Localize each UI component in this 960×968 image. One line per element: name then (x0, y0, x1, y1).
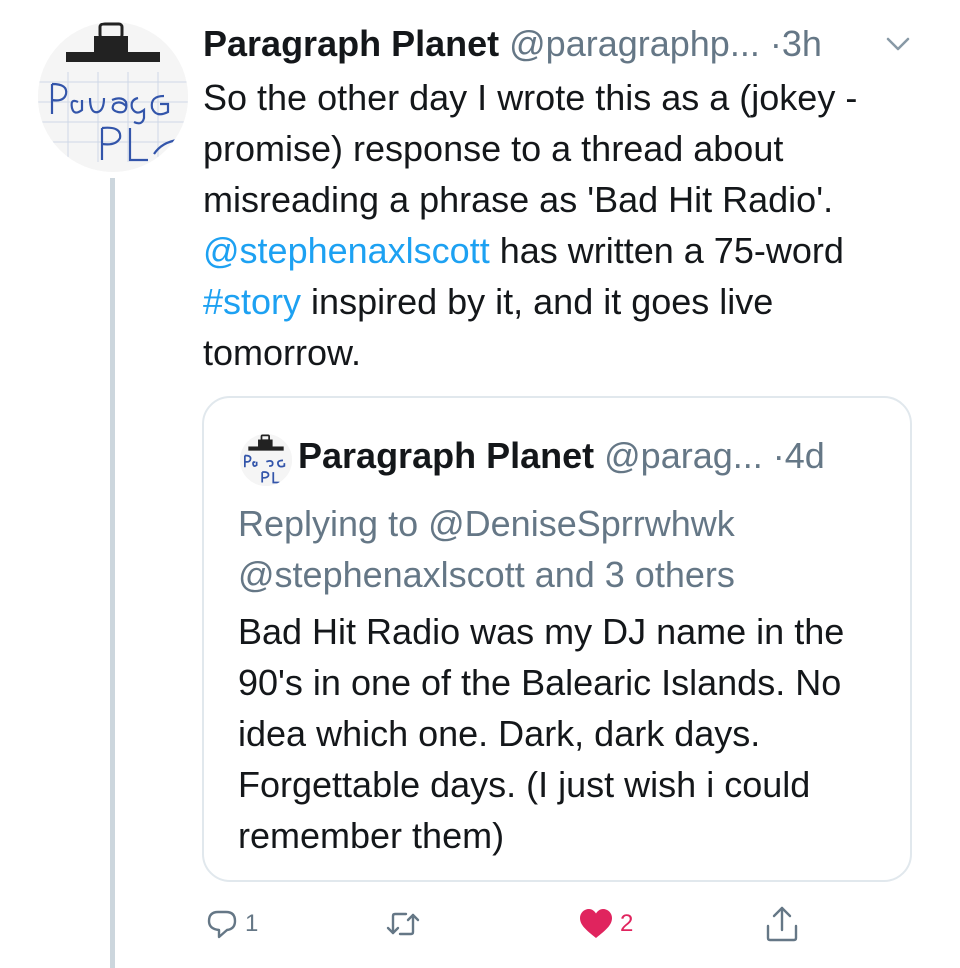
replying-to-text: Replying to @DeniseSprrwhwk @stephenaxls… (238, 503, 735, 595)
tweet-text-part-2: has written a 75-word (489, 230, 844, 271)
action-bar: 1 2 (0, 902, 960, 952)
tweet-text: So the other day I wrote this as a (joke… (203, 72, 923, 378)
reply-button[interactable]: 1 (205, 902, 258, 946)
tweet-header: Paragraph Planet @paragraphp... ·3h (203, 22, 822, 66)
quoted-avatar-logo (240, 434, 292, 486)
like-button[interactable]: 2 (578, 902, 633, 946)
author-handle[interactable]: @paragraphp... (509, 23, 760, 64)
author-name[interactable]: Paragraph Planet (203, 23, 499, 64)
quoted-tweet[interactable]: Paragraph Planet @parag... ·4d Replying … (202, 396, 912, 882)
quoted-time: 4d (784, 435, 825, 476)
share-button[interactable] (764, 902, 806, 946)
retweet-icon (386, 912, 420, 936)
avatar[interactable] (38, 22, 188, 172)
separator: · (769, 23, 782, 64)
tweet-text-part-1: So the other day I wrote this as a (joke… (203, 77, 858, 220)
reply-icon (207, 910, 237, 939)
quoted-text: Bad Hit Radio was my DJ name in the 90's… (238, 611, 845, 856)
chevron-down-icon[interactable] (884, 34, 912, 54)
like-count: 2 (620, 910, 634, 937)
mention-link[interactable]: @stephenaxlscott (203, 230, 490, 271)
quoted-avatar (240, 434, 292, 486)
quoted-header: Paragraph Planet @parag... ·4d (298, 434, 825, 478)
quoted-author-name: Paragraph Planet (298, 435, 595, 476)
share-icon (766, 906, 798, 942)
thread-line (110, 178, 115, 968)
retweet-button[interactable] (385, 902, 427, 946)
heart-icon (580, 909, 612, 938)
tweet-time[interactable]: 3h (782, 23, 822, 64)
quoted-author-handle: @parag... (604, 435, 763, 476)
reply-count: 1 (245, 910, 259, 937)
hashtag-link[interactable]: #story (203, 281, 301, 322)
avatar-logo (38, 22, 188, 172)
quoted-separator: · (772, 435, 785, 476)
